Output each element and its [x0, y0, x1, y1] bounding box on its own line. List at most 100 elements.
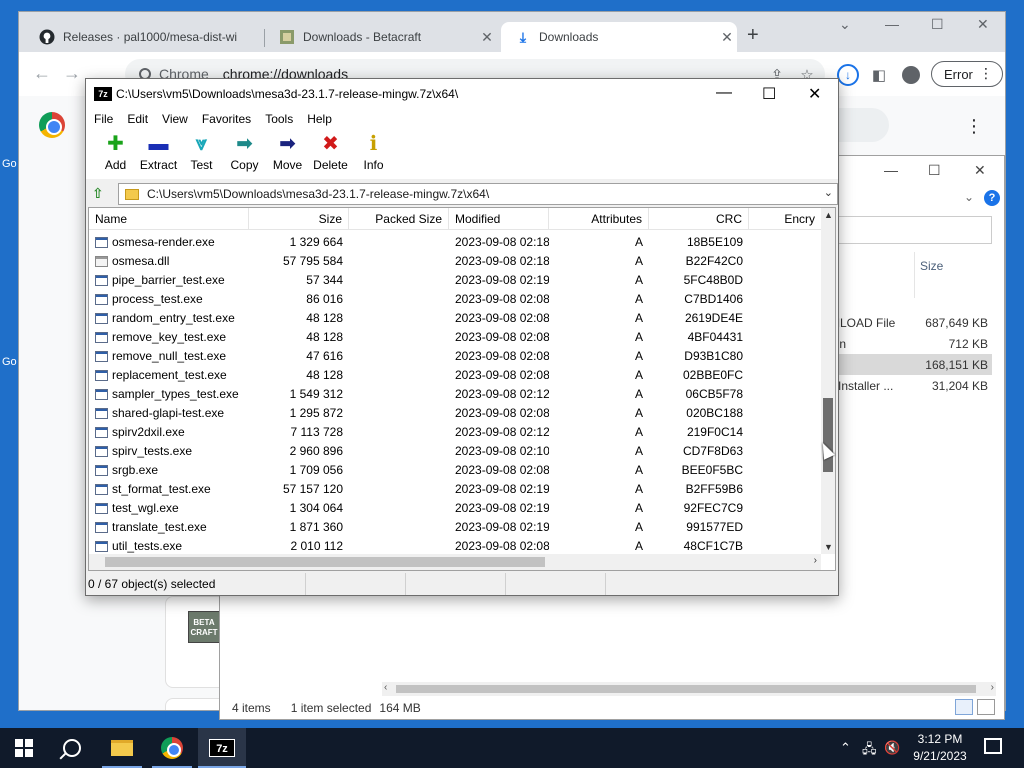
horizontal-scrollbar[interactable]: ‹ ›: [382, 682, 996, 696]
size-column-header[interactable]: Size: [920, 259, 943, 273]
copy-button[interactable]: ➡ Copy: [223, 129, 266, 179]
path-input[interactable]: C:\Users\vm5\Downloads\mesa3d-23.1.7-rel…: [118, 183, 838, 205]
clock[interactable]: 3:12 PM 9/21/2023: [906, 731, 974, 765]
scroll-left-icon[interactable]: ‹: [384, 682, 387, 693]
table-row[interactable]: random_entry_test.exe 48 128 2023-09-08 02…: [89, 309, 821, 328]
exe-file-icon: [95, 522, 108, 533]
table-row[interactable]: pipe_barrier_test.exe 57 344 2023-09-08 02…: [89, 271, 821, 290]
minimize-button[interactable]: —: [885, 16, 899, 32]
scroll-thumb[interactable]: [105, 557, 545, 567]
help-icon[interactable]: ?: [984, 190, 1000, 206]
close-button[interactable]: ✕: [808, 84, 821, 104]
list-item-selected[interactable]: ive 168,151 KB: [820, 354, 992, 375]
tab-betacraft[interactable]: Downloads - Betacraft ✕: [265, 22, 497, 52]
column-header-encrypted[interactable]: Encry: [749, 208, 821, 230]
taskbar-7zip[interactable]: 7z: [198, 728, 246, 768]
details-view-icon[interactable]: [955, 699, 973, 715]
show-hidden-icons-chevron-icon[interactable]: ⌃: [840, 740, 851, 756]
menu-tools[interactable]: Tools: [265, 109, 293, 129]
table-row[interactable]: st_format_test.exe 57 157 120 2023-09-08 0…: [89, 480, 821, 499]
maximize-button[interactable]: ☐: [928, 162, 941, 179]
scroll-right-icon[interactable]: ›: [991, 682, 994, 693]
forward-icon[interactable]: →: [63, 63, 81, 84]
maximize-button[interactable]: ☐: [931, 16, 944, 33]
minimize-button[interactable]: —: [716, 84, 732, 102]
add-button[interactable]: ✚ Add: [94, 129, 137, 179]
chevron-down-icon[interactable]: ⌄: [824, 186, 833, 199]
horizontal-scrollbar[interactable]: ›: [89, 554, 821, 570]
column-header-modified[interactable]: Modified: [449, 208, 549, 230]
tab-downloads[interactable]: ⤓ Downloads ✕: [501, 22, 737, 52]
column-header-name[interactable]: Name: [89, 208, 249, 230]
column-header-packed-size[interactable]: Packed Size: [349, 208, 449, 230]
folder-up-icon[interactable]: ⇧: [92, 185, 110, 203]
minimize-button[interactable]: —: [884, 162, 898, 178]
close-button[interactable]: ✕: [974, 162, 986, 179]
table-row[interactable]: osmesa-render.exe 1 329 664 2023-09-08 02:…: [89, 233, 821, 252]
column-header-crc[interactable]: CRC: [649, 208, 749, 230]
menu-file[interactable]: File: [94, 109, 113, 129]
scroll-up-icon[interactable]: ▲: [824, 210, 833, 220]
taskbar-chrome[interactable]: [148, 728, 196, 768]
scroll-right-icon[interactable]: ›: [814, 555, 817, 566]
table-row[interactable]: test_wgl.exe 1 304 064 2023-09-08 02:19 A 92…: [89, 499, 821, 518]
close-icon[interactable]: ✕: [717, 29, 737, 46]
tiles-view-icon[interactable]: [977, 699, 995, 715]
table-row[interactable]: shared-glapi-test.exe 1 295 872 2023-09-08…: [89, 404, 821, 423]
menu-edit[interactable]: Edit: [127, 109, 148, 129]
tab-releases[interactable]: Releases · pal1000/mesa-dist-wi: [25, 22, 261, 52]
column-header-attributes[interactable]: Attributes: [549, 208, 649, 230]
close-button[interactable]: ✕: [977, 16, 989, 33]
desktop-icon-label[interactable]: Go: [2, 356, 17, 368]
back-icon[interactable]: ←: [33, 63, 51, 84]
kebab-menu-icon[interactable]: ⋮: [965, 116, 983, 137]
side-panel-icon[interactable]: ◧: [869, 65, 889, 85]
menu-view[interactable]: View: [162, 109, 188, 129]
list-item[interactable]: ation 712 KB: [820, 333, 992, 354]
table-row[interactable]: sampler_types_test.exe 1 549 312 2023-09-0…: [89, 385, 821, 404]
table-row[interactable]: remove_key_test.exe 48 128 2023-09-08 02:0…: [89, 328, 821, 347]
column-header-size[interactable]: Size: [249, 208, 349, 230]
extract-button[interactable]: ▬ Extract: [137, 129, 180, 179]
table-row[interactable]: spirv_tests.exe 2 960 896 2023-09-08 02:10…: [89, 442, 821, 461]
scroll-down-icon[interactable]: ▼: [824, 542, 833, 552]
list-item[interactable]: WNLOAD File 687,649 KB: [820, 312, 992, 333]
search-button[interactable]: [48, 728, 96, 768]
test-button[interactable]: ⩔ Test: [180, 129, 223, 179]
scroll-thumb[interactable]: [823, 398, 833, 472]
profile-avatar-icon[interactable]: [901, 65, 921, 85]
start-button[interactable]: [0, 728, 48, 768]
table-row[interactable]: translate_test.exe 1 871 360 2023-09-08 02…: [89, 518, 821, 537]
maximize-button[interactable]: ☐: [762, 84, 776, 104]
chevron-down-icon[interactable]: ⌄: [839, 16, 851, 33]
volume-muted-icon[interactable]: 🔇: [884, 740, 900, 756]
taskbar-file-explorer[interactable]: [98, 728, 146, 768]
menu-help[interactable]: Help: [307, 109, 332, 129]
table-row[interactable]: srgb.exe 1 709 056 2023-09-08 02:08 A BEE0F5…: [89, 461, 821, 480]
kebab-menu-icon[interactable]: ⋮: [979, 65, 993, 82]
chevron-down-icon[interactable]: ⌄: [964, 190, 974, 204]
move-button[interactable]: ➡ Move: [266, 129, 309, 179]
file-encrypted: [749, 385, 821, 404]
exe-file-icon: [95, 294, 108, 305]
scroll-thumb[interactable]: [396, 685, 976, 693]
downloads-icon[interactable]: ↓: [837, 64, 859, 86]
table-row[interactable]: osmesa.dll 57 795 584 2023-09-08 02:18 A B22…: [89, 252, 821, 271]
new-tab-button[interactable]: +: [747, 24, 759, 47]
vertical-scrollbar[interactable]: ▲ ▼: [821, 208, 835, 554]
notification-center-icon[interactable]: [984, 738, 1002, 754]
table-row[interactable]: process_test.exe 86 016 2023-09-08 02:08 A C…: [89, 290, 821, 309]
menu-favorites[interactable]: Favorites: [202, 109, 251, 129]
explorer-search-input[interactable]: [820, 216, 992, 244]
delete-button[interactable]: ✖ Delete: [309, 129, 352, 179]
table-row[interactable]: replacement_test.exe 48 128 2023-09-08 02:…: [89, 366, 821, 385]
error-button[interactable]: Error ⋮: [931, 61, 1003, 87]
file-encrypted: [749, 423, 821, 442]
network-icon[interactable]: 🖧: [862, 740, 877, 762]
table-row[interactable]: remove_null_test.exe 47 616 2023-09-08 02:…: [89, 347, 821, 366]
close-icon[interactable]: ✕: [477, 29, 497, 46]
desktop-icon-label[interactable]: Go: [2, 158, 17, 170]
table-row[interactable]: spirv2dxil.exe 7 113 728 2023-09-08 02:12 A…: [89, 423, 821, 442]
info-button[interactable]: ℹ Info: [352, 129, 395, 179]
list-item[interactable]: ws Installer ... 31,204 KB: [820, 375, 992, 396]
